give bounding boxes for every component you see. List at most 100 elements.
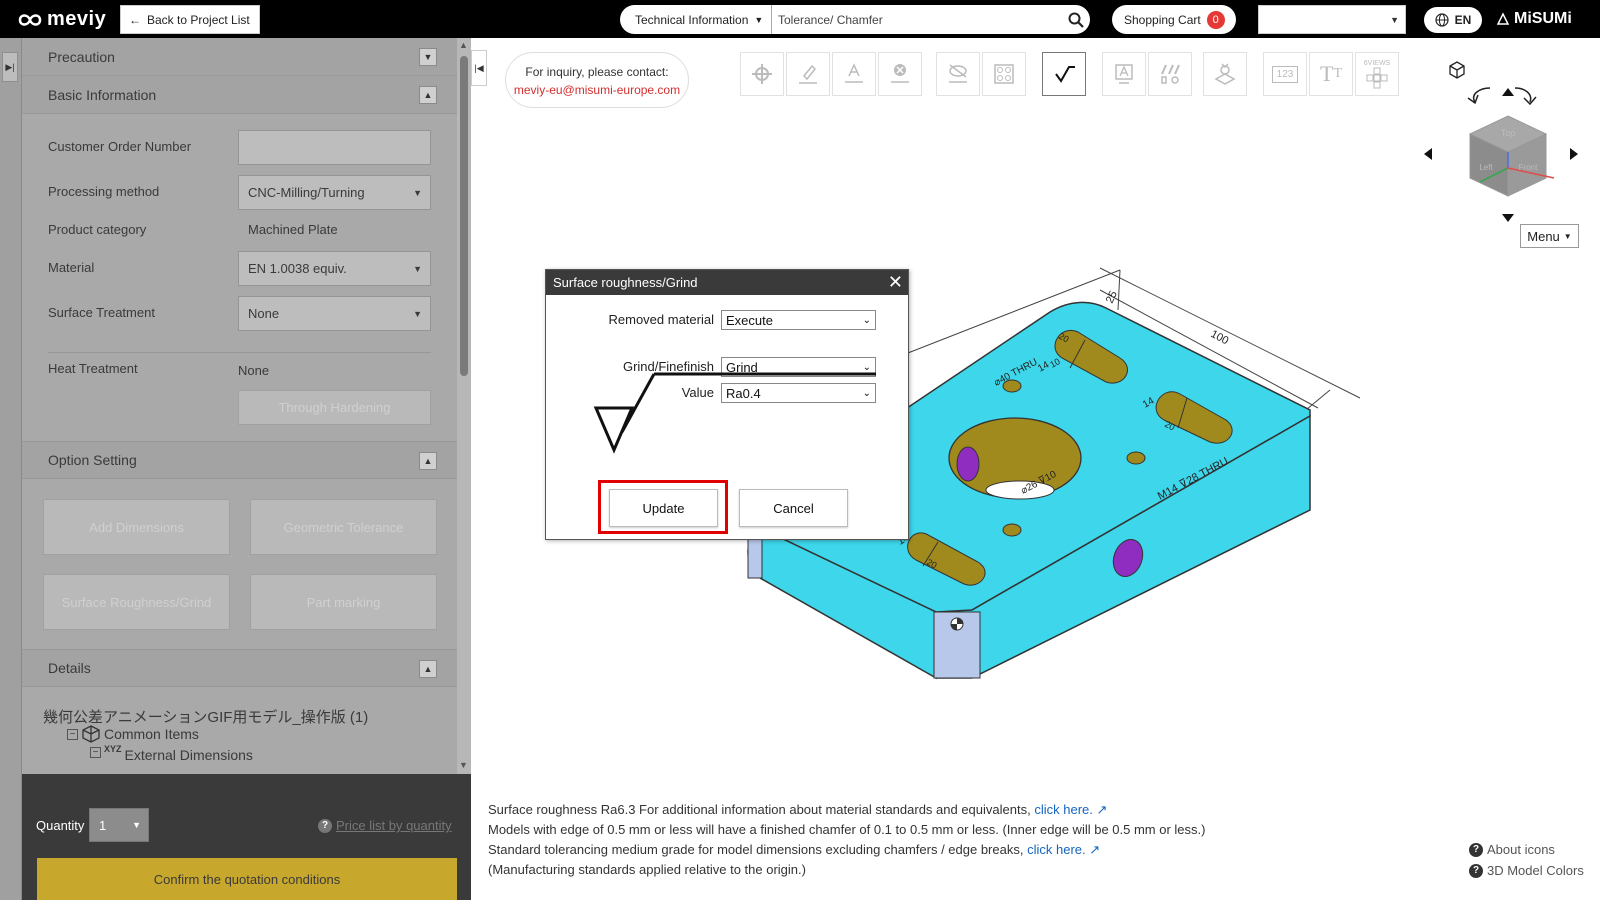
close-icon[interactable]: ✕ [888, 273, 903, 291]
chevron-up-icon[interactable]: ▲ [419, 452, 437, 470]
back-to-project-list-button[interactable]: ← Back to Project List [120, 5, 260, 34]
toolbar-group-5 [1203, 52, 1247, 96]
tree-item-external-dimensions[interactable]: − XYZ External Dimensions [90, 744, 253, 760]
precaution-title: Precaution [48, 48, 115, 65]
details-title: Details [48, 660, 91, 676]
info-line-2: Models with edge of 0.5 mm or less will … [488, 822, 1206, 837]
text-dimension-icon[interactable] [832, 52, 876, 96]
globe-icon [1435, 13, 1449, 27]
quotation-bar: Quantity 1 ▼ ? Price list by quantity Co… [22, 774, 471, 900]
price-list-link[interactable]: ? Price list by quantity [318, 818, 452, 833]
chevron-down-icon[interactable]: ▼ [419, 48, 437, 66]
shopping-cart-button[interactable]: Shopping Cart 0 [1112, 5, 1236, 34]
cart-label: Shopping Cart [1124, 12, 1201, 27]
customer-order-input[interactable] [238, 130, 431, 165]
precaution-section-header[interactable]: Precaution ▼ [22, 38, 457, 76]
through-hardening-button[interactable]: Through Hardening [238, 390, 431, 425]
home-view-icon[interactable] [1449, 61, 1465, 79]
grind-icon[interactable] [1203, 52, 1247, 96]
details-section-header[interactable]: Details ▲ [22, 649, 457, 687]
tree-item-common-items[interactable]: − Common Items [67, 724, 199, 744]
arrow-up-icon[interactable] [1502, 88, 1514, 96]
info-line-3: Standard tolerancing medium grade for mo… [488, 842, 1100, 858]
confirm-quotation-button[interactable]: Confirm the quotation conditions [37, 858, 457, 900]
delete-dimension-icon[interactable] [878, 52, 922, 96]
roughness-symbol-icon [593, 372, 876, 454]
question-icon: ? [1469, 863, 1483, 878]
cancel-button[interactable]: Cancel [739, 489, 848, 527]
scroll-thumb[interactable] [460, 56, 468, 376]
view-navigation-cube[interactable]: Top Left Front [1420, 58, 1590, 248]
six-views-label: 6VIEWS [1363, 59, 1391, 67]
cube-icon [82, 725, 100, 743]
update-button[interactable]: Update [609, 489, 718, 527]
menu-button[interactable]: Menu ▼ [1520, 224, 1579, 248]
geometric-tolerance-icon[interactable] [1148, 52, 1192, 96]
inquiry-email-link[interactable]: meviy-eu@misumi-europe.com [506, 81, 688, 99]
language-button[interactable]: EN [1424, 7, 1482, 33]
external-link-icon[interactable]: ↗ [1089, 842, 1100, 857]
processing-method-value: CNC-Milling/Turning [248, 185, 365, 200]
misumi-logo[interactable]: MiSUMi [1496, 10, 1572, 28]
chevron-up-icon[interactable]: ▲ [419, 660, 437, 678]
rotate-right-icon[interactable] [1514, 87, 1537, 106]
hide-dimension-icon[interactable] [936, 52, 980, 96]
arrow-down-icon[interactable] [1502, 214, 1514, 222]
removed-material-select[interactable]: Execute ⌄ [721, 310, 876, 330]
left-panel: ▶| Precaution ▼ Basic Information ▲ Cust… [0, 38, 471, 900]
scroll-down-icon[interactable]: ▼ [459, 760, 468, 770]
origin-icon[interactable] [740, 52, 784, 96]
surface-treatment-select[interactable]: None ▼ [238, 296, 431, 331]
view-cube[interactable]: Top Left Front [1468, 115, 1555, 197]
left-strip: ▶| [0, 38, 22, 900]
edit-dimension-icon[interactable] [786, 52, 830, 96]
search-input[interactable]: Tolerance/ Chamfer [772, 13, 1062, 27]
rotate-left-icon[interactable] [1467, 87, 1491, 105]
processing-method-select[interactable]: CNC-Milling/Turning ▼ [238, 175, 431, 210]
search-category-select[interactable]: Technical Information ▼ [620, 5, 772, 34]
hole-pattern-icon[interactable] [982, 52, 1026, 96]
surface-roughness-icon[interactable] [1042, 52, 1086, 96]
basic-info-section-header[interactable]: Basic Information ▲ [22, 76, 457, 114]
font-size-icon[interactable]: TT [1309, 52, 1353, 96]
info-line-4: (Manufacturing standards applied relativ… [488, 862, 806, 877]
left-panel-scrollbar[interactable]: ▲ ▼ [457, 38, 471, 774]
scroll-up-icon[interactable]: ▲ [459, 40, 468, 50]
external-link-icon[interactable]: ↗ [1097, 802, 1108, 817]
part-marking-button[interactable]: Part marking [250, 574, 437, 630]
option-setting-title: Option Setting [48, 452, 137, 468]
about-icons-link[interactable]: ? About icons [1469, 842, 1555, 857]
tolerancing-standards-link[interactable]: click here. [1027, 842, 1086, 857]
collapse-tree-icon[interactable]: − [67, 728, 78, 740]
dim-25: 25 [1104, 289, 1120, 305]
dialog-header[interactable]: Surface roughness/Grind ✕ [546, 270, 908, 295]
removed-material-value: Execute [726, 312, 773, 328]
number-display-icon[interactable]: 123 [1263, 52, 1307, 96]
inquiry-box: For inquiry, please contact: meviy-eu@mi… [505, 52, 689, 108]
arrow-left-icon[interactable] [1424, 148, 1432, 160]
external-dimensions-label: External Dimensions [124, 747, 253, 760]
surface-roughness-grind-button[interactable]: Surface Roughness/Grind [43, 574, 230, 630]
option-setting-section-header[interactable]: Option Setting ▲ [22, 441, 457, 479]
collapse-tree-icon[interactable]: − [90, 746, 101, 758]
geometric-tolerance-button[interactable]: Geometric Tolerance [250, 499, 437, 555]
six-views-icon[interactable]: 6VIEWS [1355, 52, 1399, 96]
search-icon[interactable] [1062, 5, 1090, 34]
collapse-panel-icon[interactable]: |◀ [471, 50, 487, 86]
heat-treatment-label: Heat Treatment [48, 361, 138, 376]
divider [48, 352, 431, 353]
material-standards-link[interactable]: click here. [1034, 802, 1093, 817]
arrow-right-icon[interactable] [1570, 148, 1578, 160]
arrow-left-icon: ← [129, 12, 141, 27]
add-dimensions-button[interactable]: Add Dimensions [43, 499, 230, 555]
header-dropdown[interactable]: ▼ [1258, 5, 1406, 34]
quantity-select[interactable]: 1 ▼ [89, 808, 149, 842]
expand-panel-icon[interactable]: ▶| [2, 52, 18, 82]
material-select[interactable]: EN 1.0038 equiv. ▼ [238, 251, 431, 286]
marking-icon[interactable] [1102, 52, 1146, 96]
chevron-up-icon[interactable]: ▲ [419, 86, 437, 104]
meviy-logo[interactable]: meviy [16, 8, 106, 31]
small-hole-1 [1002, 379, 1022, 393]
logo-text: meviy [47, 8, 107, 30]
model-colors-link[interactable]: ? 3D Model Colors [1469, 863, 1584, 878]
